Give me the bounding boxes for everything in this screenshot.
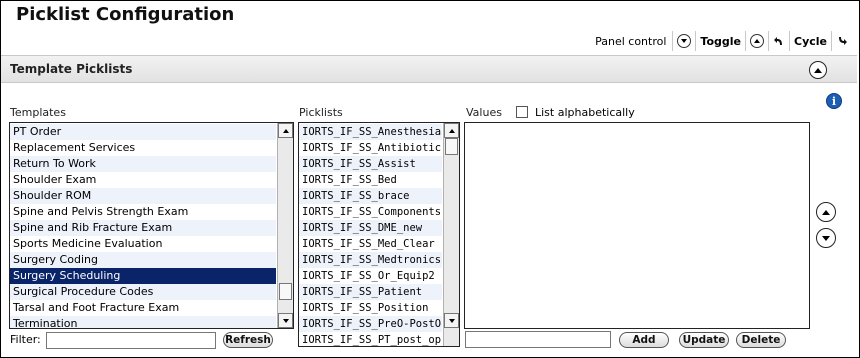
cycle-label: Cycle xyxy=(794,34,827,48)
list-item[interactable]: IORTS_IF_SS_DME_new xyxy=(299,220,442,236)
list-item[interactable]: IORTS_IF_SS_Patient xyxy=(299,284,442,300)
list-alphabetically-label: List alphabetically xyxy=(535,106,635,119)
circle-chevron-down-icon xyxy=(677,34,692,48)
chevron-up-icon xyxy=(814,67,822,73)
update-button[interactable]: Update xyxy=(679,332,729,348)
templates-scrollbar[interactable] xyxy=(277,123,293,328)
scroll-up-icon xyxy=(282,128,289,133)
toggle-label: Toggle xyxy=(700,34,741,48)
values-label: Values xyxy=(466,106,502,119)
redo-button[interactable] xyxy=(831,31,852,51)
refresh-button[interactable]: Refresh xyxy=(223,332,273,348)
scroll-down-icon xyxy=(448,318,455,323)
list-item[interactable]: PT Order xyxy=(10,124,276,140)
cycle-button[interactable]: Cycle xyxy=(789,31,831,51)
list-item[interactable]: Tarsal and Foot Fracture Exam xyxy=(10,300,276,316)
list-item[interactable]: IORTS_IF_SS_Or_Equip2 xyxy=(299,268,442,284)
list-item[interactable]: Spine and Rib Fracture Exam xyxy=(10,220,276,236)
list-item[interactable]: Return To Work xyxy=(10,156,276,172)
list-item[interactable]: IORTS_IF_SS_Bed xyxy=(299,172,442,188)
list-item[interactable]: Surgery Coding xyxy=(10,252,276,268)
redo-arrow-icon xyxy=(839,37,847,45)
filter-input[interactable] xyxy=(46,332,216,349)
list-item[interactable]: IORTS_IF_SS_Anesthesia xyxy=(299,124,442,140)
move-down-button[interactable] xyxy=(816,228,836,248)
section-header: Template Picklists xyxy=(1,55,857,83)
scroll-up-arrow[interactable] xyxy=(278,123,293,138)
move-up-button[interactable] xyxy=(816,202,836,222)
list-item[interactable]: Termination xyxy=(10,316,276,328)
undo-arrow-icon xyxy=(774,37,782,45)
list-item[interactable]: IORTS_IF_SS_Med_Clear xyxy=(299,236,442,252)
add-button[interactable]: Add xyxy=(619,332,669,348)
scroll-up-arrow[interactable] xyxy=(444,123,459,138)
circle-chevron-up-icon xyxy=(750,34,764,48)
arrow-down-icon xyxy=(822,235,830,241)
panel-down-button[interactable] xyxy=(672,31,695,51)
list-alphabetically-checkbox[interactable] xyxy=(516,106,528,118)
picklists-scrollbar[interactable] xyxy=(443,123,459,346)
templates-label: Templates xyxy=(10,106,66,119)
list-item[interactable]: Shoulder Exam xyxy=(10,172,276,188)
list-item[interactable]: IORTS_IF_SS_Components xyxy=(299,204,442,220)
list-item[interactable]: Surgery Scheduling xyxy=(10,268,276,284)
picklists-listbox[interactable]: IORTS_IF_SS_Anesthesia IORTS_IF_SS_Antibi… xyxy=(298,122,460,347)
collapse-section-button[interactable] xyxy=(809,61,827,79)
value-input[interactable] xyxy=(465,331,611,348)
list-item[interactable]: Replacement Services xyxy=(10,140,276,156)
arrow-up-icon xyxy=(822,209,830,215)
section-title: Template Picklists xyxy=(10,62,133,76)
scroll-thumb[interactable] xyxy=(279,283,292,300)
scroll-down-icon xyxy=(282,318,289,323)
list-item[interactable]: IORTS_IF_SS_brace xyxy=(299,188,442,204)
list-item[interactable]: Shoulder ROM xyxy=(10,188,276,204)
values-listbox[interactable] xyxy=(464,122,810,329)
filter-label: Filter: xyxy=(10,333,41,346)
scroll-up-icon xyxy=(448,128,455,133)
list-item[interactable]: IORTS_IF_SS_PreO-PostO xyxy=(299,316,442,332)
list-item[interactable]: IORTS_IF_SS_Position xyxy=(299,300,442,316)
info-icon[interactable]: i xyxy=(826,93,842,109)
templates-listbox[interactable]: PT Order Replacement Services Return To Wo… xyxy=(9,122,294,329)
list-item[interactable]: IORTS_IF_SS_Assist xyxy=(299,156,442,172)
panel-control-toolbar: Panel control Toggle Cycle xyxy=(595,31,852,51)
list-item[interactable]: Sports Medicine Evaluation xyxy=(10,236,276,252)
delete-button[interactable]: Delete xyxy=(736,332,786,348)
panel-control-label: Panel control xyxy=(595,34,667,48)
panel-up-button[interactable] xyxy=(745,31,768,51)
scroll-down-arrow[interactable] xyxy=(444,313,459,328)
toggle-button[interactable]: Toggle xyxy=(695,31,745,51)
list-item[interactable]: IORTS_IF_SS_PT_post_op xyxy=(299,332,442,346)
scroll-thumb[interactable] xyxy=(445,138,458,155)
list-item[interactable]: Spine and Pelvis Strength Exam xyxy=(10,204,276,220)
page-title: Picklist Configuration xyxy=(16,4,235,25)
scroll-down-arrow[interactable] xyxy=(278,313,293,328)
list-item[interactable]: IORTS_IF_SS_Medtronics xyxy=(299,252,442,268)
list-item[interactable]: IORTS_IF_SS_Antibiotics xyxy=(299,140,442,156)
undo-button[interactable] xyxy=(768,31,789,51)
picklists-label: Picklists xyxy=(299,106,343,119)
list-item[interactable]: Surgical Procedure Codes xyxy=(10,284,276,300)
